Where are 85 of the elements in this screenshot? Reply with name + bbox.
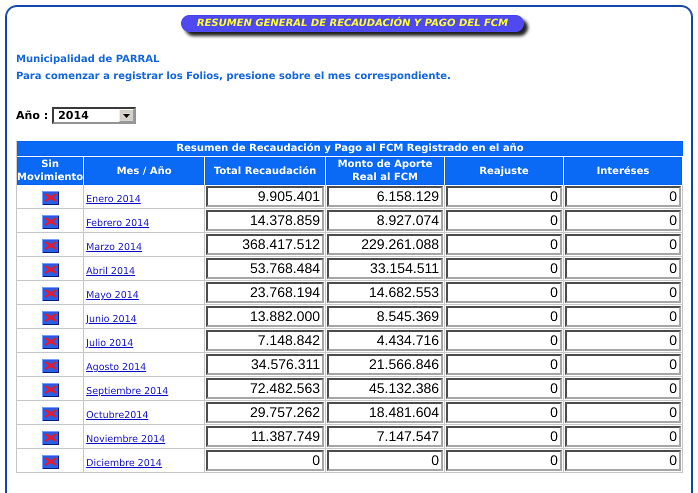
readjustment-field[interactable]: 0 bbox=[446, 186, 562, 207]
year-label: Año : bbox=[16, 109, 48, 122]
interest-field[interactable]: 0 bbox=[564, 210, 681, 231]
total-field[interactable]: 29.757.262 bbox=[206, 402, 324, 423]
total-field[interactable]: 13.882.000 bbox=[206, 306, 324, 327]
readjustment-field[interactable]: 0 bbox=[446, 282, 562, 303]
month-link[interactable]: Mayo 2014 bbox=[86, 290, 139, 301]
interest-field[interactable]: 0 bbox=[564, 258, 681, 279]
month-link[interactable]: Diciembre 2014 bbox=[86, 458, 162, 469]
contribution-field[interactable]: 6.158.129 bbox=[327, 186, 444, 207]
total-field[interactable]: 368.417.512 bbox=[206, 234, 324, 255]
interest-field[interactable]: 0 bbox=[564, 450, 681, 471]
no-movement-button[interactable] bbox=[42, 190, 59, 205]
no-movement-button[interactable] bbox=[42, 382, 59, 397]
contribution-field[interactable]: 33.154.511 bbox=[327, 258, 444, 279]
column-header: Monto de Aporte Real al FCM bbox=[326, 156, 446, 185]
readjustment-field[interactable]: 0 bbox=[446, 378, 562, 399]
table-title: Resumen de Recaudación y Pago al FCM Registrado en el año bbox=[17, 141, 683, 156]
year-select[interactable]: 2014 bbox=[52, 107, 136, 124]
total-field[interactable]: 7.148.842 bbox=[206, 330, 324, 351]
month-link[interactable]: Marzo 2014 bbox=[86, 242, 142, 253]
no-movement-button[interactable] bbox=[42, 334, 59, 349]
total-field[interactable]: 23.768.194 bbox=[206, 282, 324, 303]
readjustment-field[interactable]: 0 bbox=[446, 426, 562, 447]
readjustment-field[interactable]: 0 bbox=[446, 258, 562, 279]
total-field[interactable]: 72.482.563 bbox=[206, 378, 324, 399]
total-field[interactable]: 53.768.484 bbox=[206, 258, 324, 279]
no-movement-button[interactable] bbox=[42, 238, 59, 253]
no-movement-button[interactable] bbox=[42, 262, 59, 277]
total-field[interactable]: 14.378.859 bbox=[206, 210, 324, 231]
month-link[interactable]: Enero 2014 bbox=[86, 194, 141, 205]
column-header: Total Recaudación bbox=[205, 156, 326, 185]
contribution-field[interactable]: 8.927.074 bbox=[327, 210, 444, 231]
no-movement-button[interactable] bbox=[42, 214, 59, 229]
contribution-field[interactable]: 18.481.604 bbox=[327, 402, 444, 423]
dropdown-icon bbox=[119, 109, 134, 122]
readjustment-field[interactable]: 0 bbox=[446, 306, 562, 327]
month-link[interactable]: Abril 2014 bbox=[86, 266, 136, 277]
municipality-name: Municipalidad de PARRAL bbox=[16, 53, 160, 67]
readjustment-field[interactable]: 0 bbox=[446, 210, 562, 231]
month-link[interactable]: Febrero 2014 bbox=[86, 218, 150, 229]
contribution-field[interactable]: 229.261.088 bbox=[327, 234, 444, 255]
month-link[interactable]: Septiembre 2014 bbox=[86, 386, 168, 397]
readjustment-field[interactable]: 0 bbox=[446, 234, 562, 255]
interest-field[interactable]: 0 bbox=[564, 402, 681, 423]
interest-field[interactable]: 0 bbox=[564, 378, 681, 399]
column-header: Sin Movimiento bbox=[17, 156, 84, 185]
no-movement-button[interactable] bbox=[42, 286, 59, 301]
contribution-field[interactable]: 4.434.716 bbox=[327, 330, 444, 351]
contribution-field[interactable]: 21.566.846 bbox=[327, 354, 444, 375]
column-header: Interéses bbox=[564, 156, 683, 185]
readjustment-field[interactable]: 0 bbox=[446, 450, 562, 471]
interest-field[interactable]: 0 bbox=[564, 186, 681, 207]
interest-field[interactable]: 0 bbox=[564, 234, 681, 255]
interest-field[interactable]: 0 bbox=[564, 330, 681, 351]
column-header: Mes / Año bbox=[84, 156, 206, 185]
total-field[interactable]: 34.576.311 bbox=[206, 354, 324, 375]
instructions-text: Para comenzar a registrar los Folios, presione sobre el mes correspondiente. bbox=[16, 70, 452, 84]
contribution-field[interactable]: 45.132.386 bbox=[327, 378, 444, 399]
total-field[interactable]: 11.387.749 bbox=[206, 426, 324, 447]
column-header: Reajuste bbox=[445, 156, 564, 185]
contribution-field[interactable]: 0 bbox=[327, 450, 444, 471]
month-link[interactable]: Octubre2014 bbox=[86, 410, 148, 421]
contribution-field[interactable]: 8.545.369 bbox=[327, 306, 444, 327]
contribution-field[interactable]: 14.682.553 bbox=[327, 282, 444, 303]
interest-field[interactable]: 0 bbox=[564, 426, 681, 447]
contribution-field[interactable]: 7.147.547 bbox=[327, 426, 444, 447]
readjustment-field[interactable]: 0 bbox=[446, 402, 562, 423]
interest-field[interactable]: 0 bbox=[564, 354, 681, 375]
month-link[interactable]: Julio 2014 bbox=[86, 338, 134, 349]
no-movement-button[interactable] bbox=[42, 430, 59, 445]
month-link[interactable]: Noviembre 2014 bbox=[86, 434, 166, 445]
no-movement-button[interactable] bbox=[42, 310, 59, 325]
readjustment-field[interactable]: 0 bbox=[446, 354, 562, 375]
readjustment-field[interactable]: 0 bbox=[446, 330, 562, 351]
interest-field[interactable]: 0 bbox=[564, 306, 681, 327]
no-movement-button[interactable] bbox=[42, 454, 59, 469]
page-banner: RESUMEN GENERAL DE RECAUDACIÓN Y PAGO DEL FCM bbox=[180, 15, 524, 32]
total-field[interactable]: 0 bbox=[206, 450, 324, 471]
month-link[interactable]: Junio 2014 bbox=[86, 314, 137, 325]
interest-field[interactable]: 0 bbox=[564, 282, 681, 303]
no-movement-button[interactable] bbox=[42, 358, 59, 373]
month-link[interactable]: Agosto 2014 bbox=[86, 362, 146, 373]
no-movement-button[interactable] bbox=[42, 406, 59, 421]
total-field[interactable]: 9.905.401 bbox=[206, 186, 324, 207]
